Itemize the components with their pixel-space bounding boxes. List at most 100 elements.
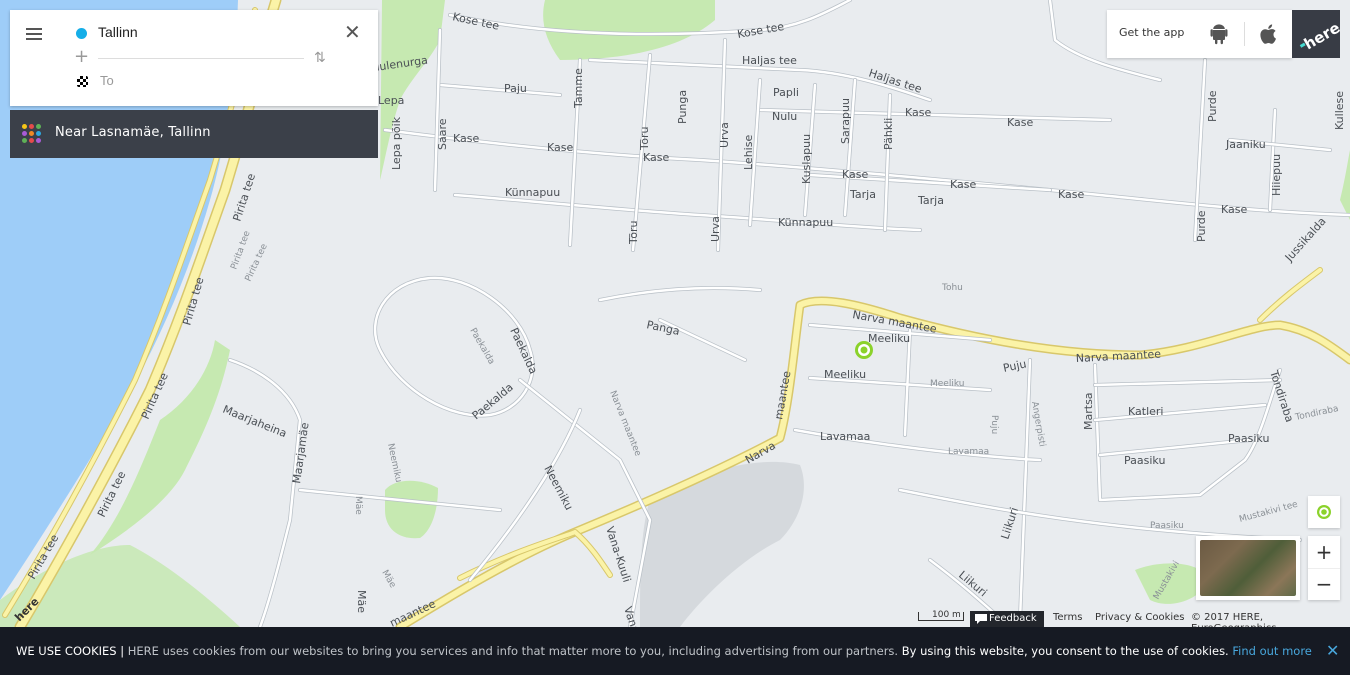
street-label: Kose tee — [736, 20, 785, 41]
street-label: Panga — [645, 318, 681, 338]
street-label: Mäe — [355, 590, 368, 613]
feedback-label: Feedback — [989, 613, 1037, 624]
street-label: Sarapuu — [839, 98, 852, 144]
swap-arrows-icon[interactable]: ⇅ — [314, 50, 326, 66]
route-panel: Tallinn ✕ + ⇅ — [10, 10, 378, 106]
street-label: Paekalda — [507, 326, 540, 376]
street-label: Maarjamäe — [290, 421, 311, 484]
street-label: Haljas tee — [867, 66, 923, 95]
street-label: Kullese — [1333, 91, 1346, 130]
street-label: Tamme — [572, 68, 585, 109]
street-label: Hiiepuu — [1270, 154, 1283, 196]
street-label: Kase — [643, 151, 669, 164]
street-label: Paekalda — [467, 327, 496, 367]
street-label: Angerpisti — [1029, 401, 1047, 448]
here-logo[interactable]: here — [1292, 10, 1343, 58]
street-label: Narva maantee — [607, 389, 643, 458]
street-label: Haljas tee — [742, 54, 797, 67]
street-label: Kase — [1221, 203, 1247, 216]
street-label: Purde — [1195, 210, 1208, 242]
nearby-places-bar[interactable]: Near Lasnamäe, Tallinn — [10, 110, 378, 158]
street-label: Urva — [718, 122, 731, 148]
street-label: Neemiku — [541, 463, 575, 512]
street-label: Puju — [989, 415, 999, 434]
street-label: Saare — [436, 118, 449, 150]
street-label: Pirita tee — [230, 172, 258, 223]
terms-link[interactable]: Terms — [1053, 612, 1082, 623]
street-label: Vana — [621, 605, 642, 627]
street-label: Lavamaa — [820, 430, 870, 443]
zoom-out-button[interactable]: − — [1308, 568, 1340, 600]
street-label: Mäe — [379, 569, 397, 591]
locate-me-button[interactable] — [1308, 496, 1340, 528]
street-label: Lehise — [742, 135, 755, 170]
location-marker[interactable] — [855, 341, 873, 359]
street-label: Jaaniku — [1225, 138, 1266, 151]
nearby-label: Near Lasnamäe, Tallinn — [55, 125, 211, 140]
divider — [98, 58, 304, 59]
street-label: Künnapuu — [778, 216, 833, 229]
street-label: Punga — [676, 90, 689, 124]
cookie-body: HERE uses cookies from our websites to b… — [127, 644, 902, 658]
target-icon — [1317, 505, 1331, 519]
street-label: Tarja — [849, 188, 876, 201]
satellite-thumbnail — [1200, 540, 1296, 596]
street-label: Puju — [1002, 357, 1028, 375]
street-label: Meeliku — [868, 332, 910, 345]
street-label: Papli — [773, 86, 799, 99]
origin-field[interactable]: Tallinn — [98, 24, 138, 40]
street-label: Kase — [1007, 116, 1033, 129]
places-grid-icon — [22, 124, 42, 144]
get-app-label: Get the app — [1119, 26, 1185, 39]
park-area — [385, 480, 438, 539]
street-label: Tõru — [627, 220, 640, 245]
destination-input[interactable] — [98, 72, 322, 89]
satellite-view-toggle[interactable] — [1196, 536, 1300, 600]
apple-icon[interactable] — [1257, 22, 1281, 46]
street-label: Paju — [504, 82, 527, 95]
close-icon[interactable]: ✕ — [344, 22, 361, 42]
scale-label: 100 m — [932, 610, 961, 620]
hamburger-menu-icon[interactable] — [24, 26, 44, 42]
street-label: Maarjaheina — [221, 403, 289, 440]
divider — [1244, 22, 1245, 46]
street-label: Urva — [709, 216, 722, 242]
cookie-banner: WE USE COOKIES | HERE uses cookies from … — [0, 627, 1350, 675]
get-app-panel: Get the app — [1107, 10, 1292, 58]
street-label: Kase — [842, 168, 868, 181]
street-label: Tõru — [638, 126, 651, 151]
street-label: Jussikalda — [1282, 215, 1329, 265]
street-label: Lavamaa — [948, 447, 989, 457]
street-label: Neemiku — [385, 443, 403, 484]
feedback-button[interactable]: Feedback — [970, 611, 1044, 627]
street-label: Martsa — [1082, 392, 1095, 430]
street-label: Lepa põik — [390, 116, 403, 170]
street-label: Purde — [1206, 90, 1219, 122]
street-label: Lepa — [378, 94, 404, 107]
cookie-message: WE USE COOKIES | HERE uses cookies from … — [16, 644, 1312, 658]
zoom-in-button[interactable]: + — [1308, 536, 1340, 569]
street-label: Paasiku — [1124, 454, 1165, 467]
street-label: Mustakivi tee — [1238, 500, 1299, 525]
street-label: Kase — [1058, 188, 1084, 201]
park-area — [1340, 150, 1350, 220]
cookie-consent: By using this website, you consent to th… — [901, 644, 1233, 658]
street-label: Tondiraba — [1294, 404, 1340, 423]
street-label: Pähkli — [882, 118, 895, 150]
street-label: Kase — [453, 132, 479, 145]
find-out-more-link[interactable]: Find out more — [1232, 644, 1312, 658]
destination-flag-icon — [77, 76, 88, 87]
street-label: Kose tee — [451, 10, 500, 33]
plus-icon[interactable]: + — [74, 48, 89, 66]
close-icon[interactable]: ✕ — [1326, 641, 1339, 660]
street-label: Nulu — [772, 110, 797, 123]
origin-dot-icon — [76, 28, 87, 39]
street-label: Kase — [547, 141, 573, 154]
street-label: Meeliku — [930, 379, 964, 389]
street-label: Paasiku — [1150, 521, 1184, 531]
android-icon[interactable] — [1207, 22, 1231, 46]
zoom-controls: + − — [1308, 536, 1340, 600]
privacy-link[interactable]: Privacy & Cookies — [1095, 612, 1185, 623]
street-label: Tohu — [941, 283, 963, 293]
street-label: Meeliku — [824, 368, 866, 381]
